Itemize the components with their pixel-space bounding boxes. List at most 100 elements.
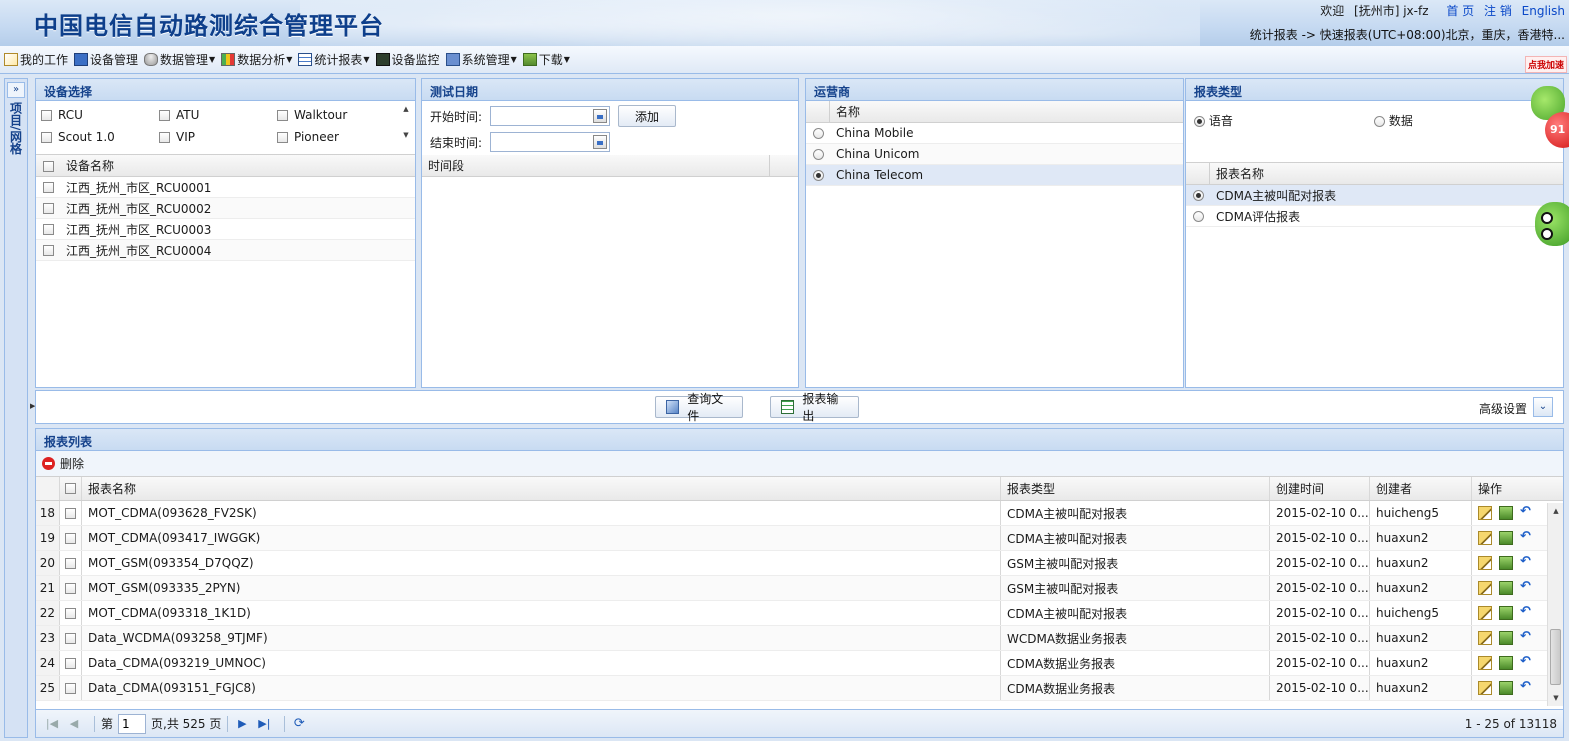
column-creator[interactable]: 创建者	[1370, 477, 1472, 500]
column-report-type[interactable]: 报表类型	[1001, 477, 1270, 500]
table-row[interactable]: 25 Data_CDMA(093151_FGJC8) CDMA数据业务报表 2015-…	[36, 676, 1563, 701]
list-item[interactable]: CDMA主被叫配对报表	[1186, 185, 1563, 206]
list-item[interactable]: 江西_抚州_市区_RCU0001	[36, 177, 415, 198]
add-time-button[interactable]: 添加	[618, 105, 677, 127]
device-checkbox[interactable]	[42, 203, 54, 214]
list-item[interactable]: China Mobile	[806, 123, 1183, 144]
prev-page-icon[interactable]: ◀	[66, 717, 82, 730]
device-type-scrollbar[interactable]: ▲ ▼	[399, 103, 413, 151]
advanced-settings-label[interactable]: 高级设置	[1479, 400, 1527, 417]
list-item[interactable]: 江西_抚州_市区_RCU0003	[36, 219, 415, 240]
scrollbar-thumb[interactable]	[1550, 629, 1561, 685]
device-type-atu[interactable]: ATU	[159, 108, 199, 122]
menu-data-management[interactable]: 数据管理 ▼	[144, 51, 215, 68]
checkbox[interactable]	[41, 132, 52, 143]
device-type-rcu[interactable]: RCU	[41, 108, 83, 122]
download-icon[interactable]	[1499, 681, 1513, 695]
table-row[interactable]: 18 MOT_CDMA(093628_FV2SK) CDMA主被叫配对报表 2015-…	[36, 501, 1563, 526]
list-item[interactable]: China Telecom	[806, 165, 1183, 186]
undo-icon[interactable]: ↶	[1520, 505, 1534, 520]
voice-radio[interactable]	[1194, 116, 1205, 127]
speedup-widget[interactable]: 点我加速 91	[1523, 52, 1569, 262]
checkbox[interactable]	[277, 110, 288, 121]
table-row[interactable]: 20 MOT_GSM(093354_D7QQZ) GSM主被叫配对报表 2015-02…	[36, 551, 1563, 576]
column-create-time[interactable]: 创建时间	[1270, 477, 1370, 500]
english-link[interactable]: English	[1522, 4, 1565, 18]
report-table-scrollbar[interactable]: ▲ ▼	[1547, 503, 1563, 706]
device-type-walktour[interactable]: Walktour	[277, 108, 347, 122]
delete-button[interactable]: 删除	[42, 455, 84, 472]
calendar-icon[interactable]	[593, 135, 608, 149]
device-type-vip[interactable]: VIP	[159, 130, 195, 144]
row-checkbox[interactable]	[65, 507, 76, 519]
table-row[interactable]: 24 Data_CDMA(093219_UMNOC) CDMA数据业务报表 2015-…	[36, 651, 1563, 676]
scroll-down-icon[interactable]: ▼	[399, 131, 413, 139]
edit-icon[interactable]	[1478, 656, 1492, 670]
undo-icon[interactable]: ↶	[1520, 630, 1534, 645]
data-radio[interactable]	[1374, 116, 1385, 127]
download-icon[interactable]	[1499, 506, 1513, 520]
expand-sidebar-button[interactable]: »	[7, 82, 25, 98]
download-icon[interactable]	[1499, 631, 1513, 645]
undo-icon[interactable]: ↶	[1520, 605, 1534, 620]
table-row[interactable]: 19 MOT_CDMA(093417_IWGGK) CDMA主被叫配对报表 2015-…	[36, 526, 1563, 551]
list-item[interactable]: 江西_抚州_市区_RCU0002	[36, 198, 415, 219]
first-page-icon[interactable]: |◀	[44, 717, 60, 730]
refresh-icon[interactable]: ⟳	[291, 716, 307, 731]
row-checkbox[interactable]	[65, 682, 76, 694]
select-all-devices-checkbox[interactable]	[42, 160, 54, 172]
table-row[interactable]: 23 Data_WCDMA(093258_9TJMF) WCDMA数据业务报表 201…	[36, 626, 1563, 651]
mode-data-option[interactable]: 数据	[1374, 112, 1413, 129]
page-number-input[interactable]	[118, 713, 147, 734]
row-checkbox[interactable]	[65, 557, 76, 569]
menu-statistics-report[interactable]: 统计报表 ▼	[298, 51, 370, 68]
menu-download[interactable]: 下载 ▼	[522, 51, 570, 68]
report-type-radio[interactable]	[1192, 190, 1204, 201]
operator-radio[interactable]	[812, 128, 824, 139]
checkbox[interactable]	[159, 110, 170, 121]
operator-radio[interactable]	[812, 149, 824, 160]
next-page-icon[interactable]: ▶	[234, 717, 250, 730]
edit-icon[interactable]	[1478, 506, 1492, 520]
undo-icon[interactable]: ↶	[1520, 580, 1534, 595]
operator-radio[interactable]	[812, 170, 824, 181]
device-checkbox[interactable]	[42, 245, 54, 256]
report-type-radio[interactable]	[1192, 211, 1204, 222]
menu-device-management[interactable]: 设备管理	[74, 51, 138, 68]
list-item[interactable]: 江西_抚州_市区_RCU0004	[36, 240, 415, 261]
chevron-down-icon[interactable]: ⌄	[1533, 397, 1553, 417]
download-icon[interactable]	[1499, 606, 1513, 620]
row-checkbox[interactable]	[65, 657, 76, 669]
report-export-button[interactable]: 报表输出	[770, 392, 859, 423]
undo-icon[interactable]: ↶	[1520, 555, 1534, 570]
device-checkbox[interactable]	[42, 224, 54, 235]
checkbox[interactable]	[277, 132, 288, 143]
scroll-down-icon[interactable]: ▼	[1548, 694, 1563, 702]
column-report-name[interactable]: 报表名称	[82, 477, 1001, 500]
home-link[interactable]: 首 页	[1446, 4, 1474, 18]
checkbox[interactable]	[159, 132, 170, 143]
menu-device-monitor[interactable]: 设备监控	[375, 51, 440, 68]
undo-icon[interactable]: ↶	[1520, 655, 1534, 670]
download-icon[interactable]	[1499, 531, 1513, 545]
row-checkbox[interactable]	[65, 582, 76, 594]
scroll-up-icon[interactable]: ▲	[399, 105, 413, 113]
list-item[interactable]: CDMA评估报表	[1186, 206, 1563, 227]
download-icon[interactable]	[1499, 581, 1513, 595]
select-all-reports-checkbox[interactable]	[65, 483, 76, 494]
checkbox[interactable]	[41, 110, 52, 121]
list-item[interactable]: China Unicom	[806, 144, 1183, 165]
download-icon[interactable]	[1499, 656, 1513, 670]
edit-icon[interactable]	[1478, 531, 1492, 545]
menu-my-work[interactable]: 我的工作	[4, 51, 68, 68]
last-page-icon[interactable]: ▶|	[256, 717, 272, 730]
end-time-input[interactable]	[490, 132, 611, 152]
table-row[interactable]: 22 MOT_CDMA(093318_1K1D) CDMA主被叫配对报表 2015-0…	[36, 601, 1563, 626]
row-checkbox[interactable]	[65, 532, 76, 544]
speedup-tag[interactable]: 点我加速	[1524, 56, 1567, 73]
menu-system-management[interactable]: 系统管理 ▼	[445, 51, 517, 68]
scroll-up-icon[interactable]: ▲	[1548, 507, 1563, 515]
start-time-input[interactable]	[490, 106, 611, 126]
menu-data-analysis[interactable]: 数据分析 ▼	[221, 51, 292, 68]
mode-voice-option[interactable]: 语音	[1194, 112, 1233, 129]
